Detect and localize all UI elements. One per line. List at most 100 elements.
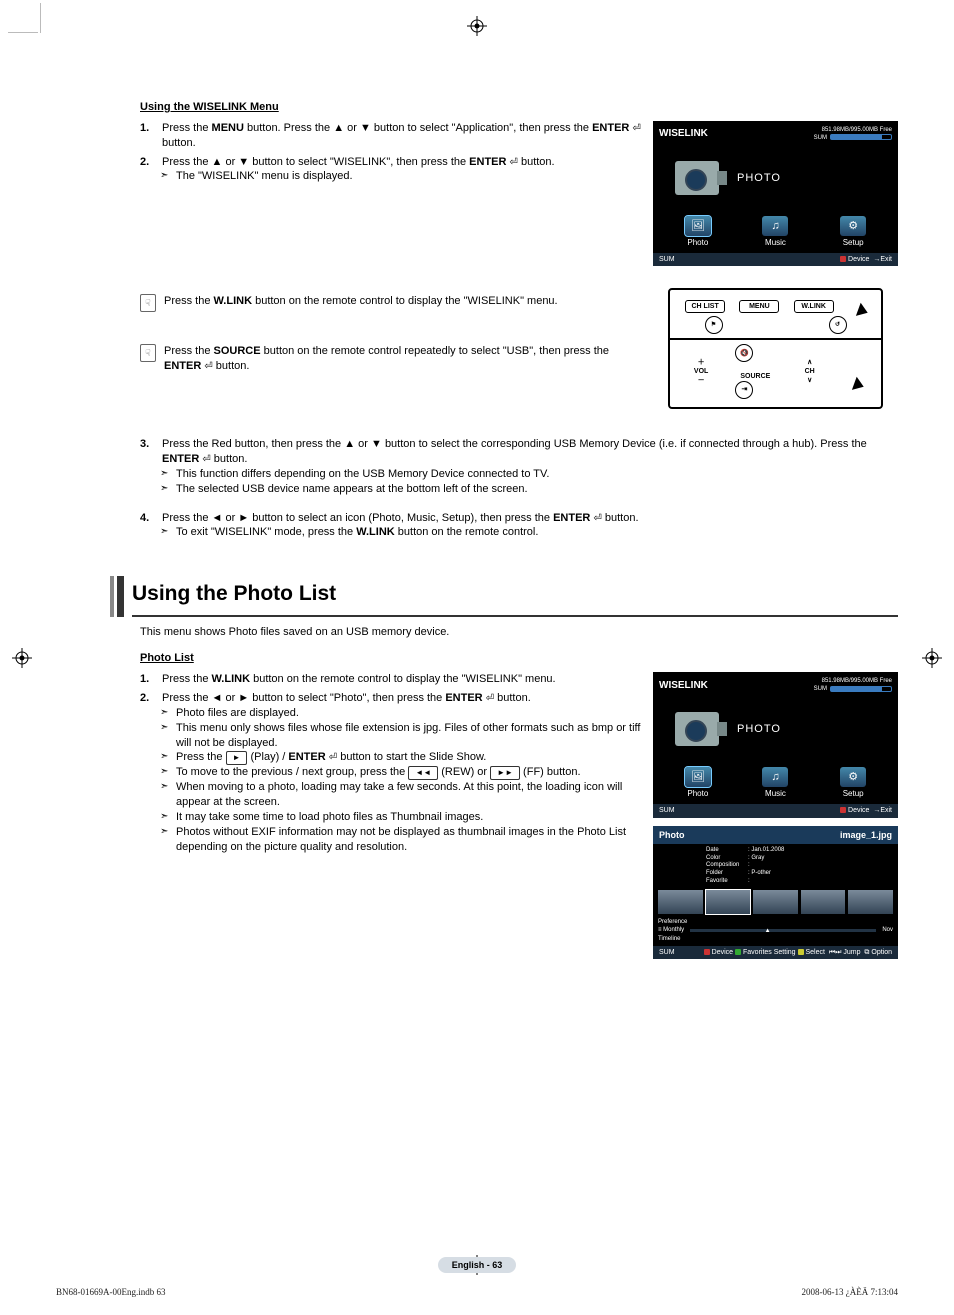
tv-free-text: 851.98MB/995.00MB Free xyxy=(822,127,892,133)
source-label: SOURCE xyxy=(214,345,261,357)
tv-photo-label: PHOTO xyxy=(737,171,781,186)
remote-wlink-button: W.LINK xyxy=(794,300,834,313)
enter-label: ENTER xyxy=(592,122,629,134)
remote-tip-source: ☟ Press the SOURCE button on the remote … xyxy=(140,344,641,374)
play-icon: ► xyxy=(226,751,248,765)
heading-photo-list: Using the Photo List xyxy=(110,576,898,616)
step-1: 1. Press the MENU button. Press the ▲ or… xyxy=(140,121,641,151)
enter-icon: ⏎ xyxy=(204,360,212,374)
camera-icon xyxy=(675,712,719,746)
gear-icon: ⚙ xyxy=(840,767,866,787)
thumbnail-selected xyxy=(706,890,751,914)
photo-icon: 🖼 xyxy=(685,767,711,787)
remote-return-button: ↺ xyxy=(829,316,847,334)
doc-timestamp: 2008-06-13 ¿ÀÈÄ 7:13:04 xyxy=(802,1287,899,1297)
section-title-photo-list: Photo List xyxy=(140,651,898,666)
pl-step-2: 2. Press the ◄ or ► button to select "Ph… xyxy=(140,691,641,855)
enter-icon: ⏎ xyxy=(202,453,210,467)
photo-icon: 🖼 xyxy=(685,216,711,236)
enter-label: ENTER xyxy=(553,512,590,524)
enter-icon: ⏎ xyxy=(486,692,494,706)
wlink-label: W.LINK xyxy=(212,673,251,685)
storage-bar-icon xyxy=(830,134,892,140)
menu-label: MENU xyxy=(212,122,244,134)
pointer-arrow-icon xyxy=(844,372,862,388)
remote-mute-button: 🔇 xyxy=(735,344,753,362)
pl-timeline: Timeline xyxy=(658,935,893,943)
step-2: 2. Press the ▲ or ▼ button to select "WI… xyxy=(140,155,641,185)
pl-preference: Preference xyxy=(658,918,893,926)
pl-note-6: It may take some time to load photo file… xyxy=(176,810,641,825)
pl-note-5: When moving to a photo, loading may take… xyxy=(176,780,641,810)
crop-mark xyxy=(8,32,38,33)
pl-note-3: Press the ► (Play) / ENTER ⏎ button to s… xyxy=(176,750,641,765)
yellow-button-icon xyxy=(798,949,804,955)
enter-label: ENTER xyxy=(162,453,199,465)
pl-filename: image_1.jpg xyxy=(840,829,892,841)
pl-month-label: Nov xyxy=(882,926,893,934)
registration-mark-icon xyxy=(467,16,487,36)
section-title-wiselink-menu: Using the WISELINK Menu xyxy=(140,100,898,115)
wlink-label: W.LINK xyxy=(214,295,253,307)
thumbnail xyxy=(753,890,798,914)
enter-label: ENTER xyxy=(164,360,201,372)
screenshot-wiselink: WISELINK 851.98MB/995.00MB Free SUM PHOTO… xyxy=(653,121,898,266)
crop-mark xyxy=(40,3,41,33)
wlink-label: W.LINK xyxy=(356,526,395,538)
remote-vol-label: VOL xyxy=(694,368,708,375)
gear-icon: ⚙ xyxy=(840,216,866,236)
tv-sum-label: SUM xyxy=(659,255,675,264)
step-3: 3. Press the Red button, then press the … xyxy=(140,437,898,496)
step1-text: Press the xyxy=(162,122,212,134)
thumbnail xyxy=(801,890,846,914)
hand-icon: ☟ xyxy=(140,344,156,362)
step-4: 4. Press the ◄ or ► button to select an … xyxy=(140,511,898,541)
registration-mark-icon xyxy=(922,648,942,668)
remote-chlist-button: CH LIST xyxy=(685,300,725,313)
camera-icon xyxy=(675,161,719,195)
enter-icon: ⏎ xyxy=(632,122,640,136)
step4-note: To exit "WISELINK" mode, press the W.LIN… xyxy=(176,525,898,540)
music-icon: ♫ xyxy=(762,216,788,236)
intro-text: This menu shows Photo files saved on an … xyxy=(140,625,898,640)
pl-note-1: Photo files are displayed. xyxy=(176,706,641,721)
page-footer: English - 63 xyxy=(0,1257,954,1273)
tv-tab-setup: ⚙Setup xyxy=(840,216,866,249)
storage-bar-icon xyxy=(830,686,892,692)
red-button-icon xyxy=(704,949,710,955)
remote-source-label: SOURCE xyxy=(740,373,770,380)
green-button-icon xyxy=(735,949,741,955)
step3-note1: This function differs depending on the U… xyxy=(176,467,898,482)
remote-source-button: ⇥ xyxy=(735,381,753,399)
ff-icon: ►► xyxy=(490,766,520,780)
remote-menu-button: MENU xyxy=(739,300,779,313)
red-button-icon xyxy=(840,807,846,813)
tv-tab-music: ♫Music xyxy=(762,216,788,249)
enter-label: ENTER xyxy=(288,751,325,763)
remote-ch-label: CH xyxy=(805,368,815,375)
enter-label: ENTER xyxy=(445,692,482,704)
music-icon: ♫ xyxy=(762,767,788,787)
tv-tab-photo: 🖼Photo xyxy=(685,216,711,249)
remote-tools-button: ⚑ xyxy=(705,316,723,334)
tv-title: WISELINK xyxy=(659,127,708,141)
thumbnail xyxy=(658,890,703,914)
red-button-icon xyxy=(840,256,846,262)
screenshot-wiselink-2: WISELINK 851.98MB/995.00MB FreeSUM PHOTO… xyxy=(653,672,898,817)
remote-tip-wlink: ☟ Press the W.LINK button on the remote … xyxy=(140,294,641,312)
doc-filename: BN68-01669A-00Eng.indb 63 xyxy=(56,1287,166,1297)
pl-header: Photo xyxy=(659,829,685,841)
pl-monthly: Monthly xyxy=(663,927,684,933)
thumbnail xyxy=(848,890,893,914)
pl-note-2: This menu only shows files whose file ex… xyxy=(176,721,641,751)
enter-icon: ⏎ xyxy=(329,751,337,765)
registration-mark-icon xyxy=(12,648,32,668)
enter-icon: ⏎ xyxy=(593,512,601,526)
hand-icon: ☟ xyxy=(140,294,156,312)
pl-note-4: To move to the previous / next group, pr… xyxy=(176,765,641,780)
tv-title: WISELINK xyxy=(659,679,708,693)
pl-note-7: Photos without EXIF information may not … xyxy=(176,825,641,855)
exit-label: Exit xyxy=(880,256,892,263)
step2-note: The "WISELINK" menu is displayed. xyxy=(176,169,641,184)
remote-diagram: CH LIST MENU W.LINK ⚑ ↺ ＋VOL－ 🔇SOURCE⇥ xyxy=(668,288,883,409)
